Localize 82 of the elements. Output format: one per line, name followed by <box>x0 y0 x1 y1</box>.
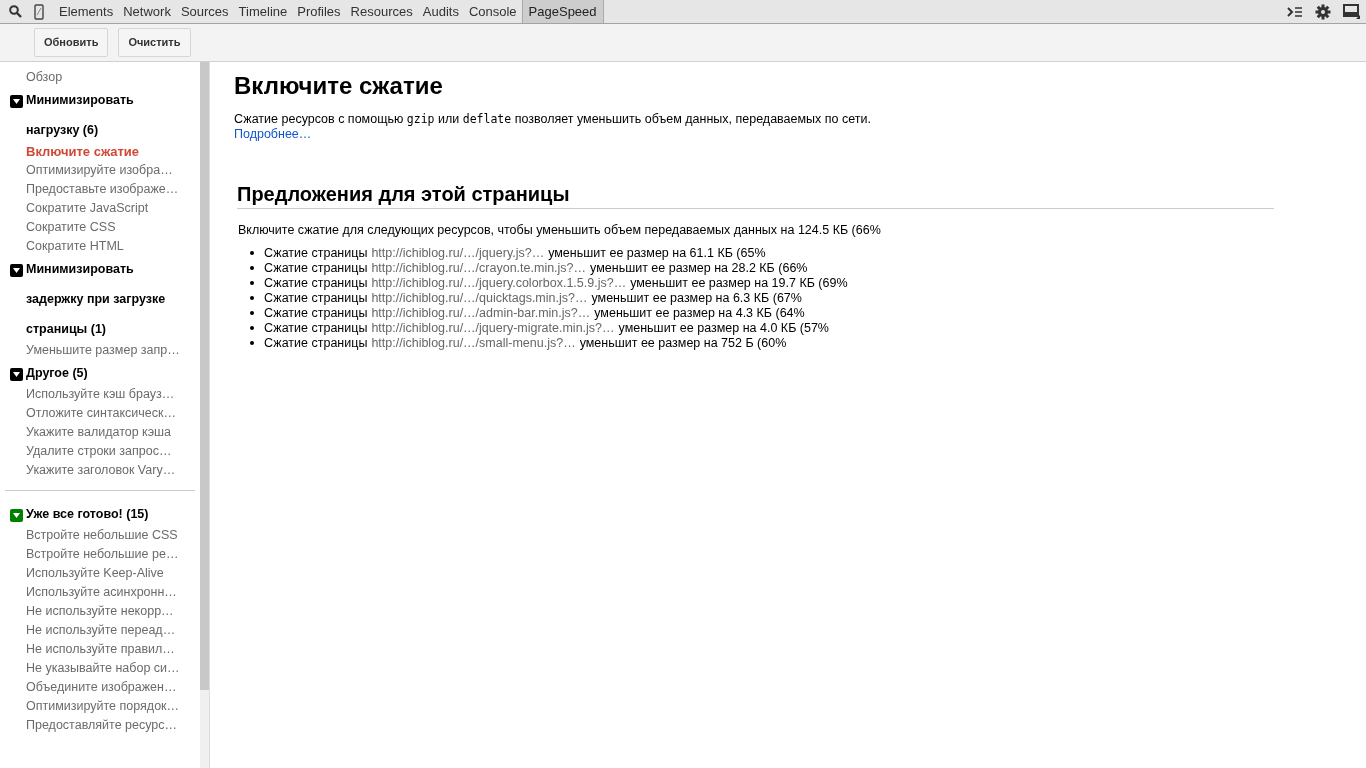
bullet-icon <box>250 326 254 331</box>
sidebar-item[interactable]: Укажите валидатор кэша <box>0 423 200 442</box>
sidebar-item[interactable]: Удалите строки запрос… <box>0 442 200 461</box>
bullet-icon <box>250 311 254 316</box>
sidebar-item[interactable]: Используйте асинхронн… <box>0 583 200 602</box>
sidebar-item[interactable]: Встройте небольшие CSS <box>0 526 200 545</box>
savings-text: уменьшит ее размер на 28.2 КБ (66% <box>590 260 808 276</box>
page-title: Включите сжатие <box>234 71 444 101</box>
resource-label: Сжатие страницы <box>264 245 368 261</box>
toolbar-button[interactable]: Очистить <box>118 28 191 57</box>
phone-icon[interactable] <box>34 3 44 20</box>
tab[interactable]: Elements <box>54 0 119 23</box>
console-drawer-icon[interactable] <box>1287 5 1303 18</box>
collapse-toggle-icon[interactable] <box>10 368 23 381</box>
resource-label: Сжатие страницы <box>264 275 368 291</box>
sidebar-item[interactable]: Отложите синтаксическ… <box>0 404 200 423</box>
resource-url[interactable]: http://ichiblog.ru/…/admin-bar.min.js?… <box>371 305 591 321</box>
sidebar-item[interactable]: Включите сжатие <box>0 142 200 161</box>
settings-icon[interactable] <box>1315 3 1331 20</box>
tab[interactable]: Resources <box>345 0 418 23</box>
tab[interactable]: Audits <box>417 0 464 23</box>
sidebar-item[interactable]: Оптимизируйте изобра… <box>0 161 200 180</box>
sidebar-item[interactable]: Встройте небольшие ре… <box>0 545 200 564</box>
resource-label: Сжатие страницы <box>264 320 368 336</box>
savings-text: уменьшит ее размер на 752 Б (60% <box>579 335 787 351</box>
sidebar-item[interactable]: Используйте кэш брауз… <box>0 385 200 404</box>
tab[interactable]: Network <box>118 0 176 23</box>
sidebar-item[interactable]: Уменьшите размер запр… <box>0 341 200 360</box>
resource-label: Сжатие страницы <box>264 290 368 306</box>
group-heading[interactable]: Уже все готово! (15) <box>26 499 186 529</box>
bullet-icon <box>250 341 254 346</box>
resource-label: Сжатие страницы <box>264 305 368 321</box>
sidebar-item[interactable]: Укажите заголовок Vary… <box>0 461 200 480</box>
collapse-toggle-icon[interactable] <box>10 95 23 108</box>
sidebar-item[interactable]: Обзор <box>0 68 200 87</box>
savings-text: уменьшит ее размер на 19.7 КБ (69% <box>630 275 848 291</box>
savings-text: уменьшит ее размер на 4.0 КБ (57% <box>618 320 829 336</box>
sidebar-item[interactable]: Объедините изображен… <box>0 678 200 697</box>
resource-url[interactable]: http://ichiblog.ru/…/jquery.colorbox.1.5.9.js?… <box>371 275 627 291</box>
resource-url[interactable]: http://ichiblog.ru/…/crayon.te.min.js?… <box>371 260 587 276</box>
resource-label: Сжатие страницы <box>264 335 368 351</box>
savings-text: уменьшит ее размер на 4.3 КБ (64% <box>594 305 805 321</box>
sidebar-item[interactable]: Используйте Keep-Alive <box>0 564 200 583</box>
tab[interactable]: Profiles <box>292 0 346 23</box>
resource-url[interactable]: http://ichiblog.ru/…/jquery.js?… <box>371 245 545 261</box>
resource-url[interactable]: http://ichiblog.ru/…/jquery-migrate.min.js?… <box>371 320 615 336</box>
bullet-icon <box>250 266 254 271</box>
sidebar-item[interactable]: Не используйте некорр… <box>0 602 200 621</box>
tab[interactable]: Sources <box>175 0 234 23</box>
tab[interactable]: Timeline <box>233 0 293 23</box>
savings-text: уменьшит ее размер на 61.1 КБ (65% <box>548 245 766 261</box>
bullet-icon <box>250 251 254 256</box>
collapse-toggle-icon[interactable] <box>10 509 23 522</box>
group-heading[interactable]: Другое (5) <box>26 358 186 388</box>
sidebar-item[interactable]: Предоставьте изображе… <box>0 180 200 199</box>
tab[interactable]: Console <box>463 0 522 23</box>
sidebar-item[interactable]: Не используйте переад… <box>0 621 200 640</box>
dock-icon[interactable] <box>1343 4 1360 19</box>
sidebar-item[interactable]: Не используйте правил… <box>0 640 200 659</box>
resource-label: Сжатие страницы <box>264 260 368 276</box>
sidebar-item[interactable]: Предоставляйте ресурс… <box>0 716 200 735</box>
savings-text: уменьшит ее размер на 6.3 КБ (67% <box>591 290 802 306</box>
sidebar-item[interactable]: Сократите JavaScript <box>0 199 200 218</box>
tab[interactable]: PageSpeed <box>521 0 604 23</box>
scrollbar-thumb[interactable] <box>200 62 209 690</box>
sidebar-item[interactable]: Сократите HTML <box>0 237 200 256</box>
sidebar-item[interactable]: Сократите CSS <box>0 218 200 237</box>
bullet-icon <box>250 281 254 286</box>
resource-url[interactable]: http://ichiblog.ru/…/quicktags.min.js?… <box>371 290 588 306</box>
bullet-icon <box>250 296 254 301</box>
section-heading: Предложения для этой страницы <box>237 182 1274 209</box>
more-link[interactable]: Подробнее… <box>234 127 312 142</box>
collapse-toggle-icon[interactable] <box>10 264 23 277</box>
summary-text: Включите сжатие для следующих ресурсов, чтобы уменьшить объем передаваемых данных на 124.5 КБ (66% <box>238 222 882 239</box>
resource-url[interactable]: http://ichiblog.ru/…/small-menu.js?… <box>371 335 576 351</box>
sidebar-item[interactable]: Не указывайте набор си… <box>0 659 200 678</box>
search-icon[interactable] <box>9 5 22 18</box>
sidebar-item[interactable]: Оптимизируйте порядок… <box>0 697 200 716</box>
description: Сжатие ресурсов с помощью gzip или deflate позволяет уменьшить объем данных, передаваемых по сети. <box>234 112 872 127</box>
group-heading[interactable]: Минимизировать нагрузку (6) <box>26 85 186 145</box>
toolbar-button[interactable]: Обновить <box>34 28 109 57</box>
group-heading[interactable]: Минимизировать задержку при загрузке страницы (1) <box>26 254 186 344</box>
